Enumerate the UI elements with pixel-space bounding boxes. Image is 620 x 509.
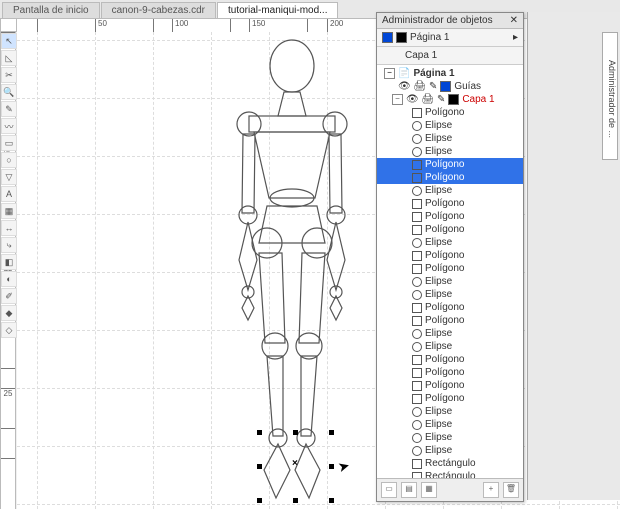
rectangle-tool[interactable]: ▭	[1, 135, 17, 151]
panel-close-icon[interactable]: ✕	[510, 15, 518, 26]
mannequin-figure[interactable]	[187, 38, 397, 509]
object-manager-panel: Administrador de objetos ✕ Página 1 ▸ Ca…	[376, 12, 524, 502]
object-tree[interactable]: − 📄 Página 1👁 🖨 ✎ Guías− 👁 🖨 ✎ Capa 1 Po…	[377, 65, 523, 478]
ruler-tick	[37, 19, 40, 33]
tree-object-poly[interactable]: Polígono	[377, 223, 523, 236]
tree-object-ell[interactable]: Elipse	[377, 340, 523, 353]
tree-object-rect[interactable]: Rectángulo	[377, 470, 523, 478]
tree-guides-node[interactable]: 👁 🖨 ✎ Guías	[377, 80, 523, 93]
tree-object-ell[interactable]: Elipse	[377, 431, 523, 444]
tab-canon[interactable]: canon-9-cabezas.cdr	[101, 2, 216, 18]
tree-object-ell[interactable]: Elipse	[377, 145, 523, 158]
tree-object-ell[interactable]: Elipse	[377, 184, 523, 197]
tree-object-ell[interactable]: Elipse	[377, 119, 523, 132]
selection-center[interactable]: ×	[292, 458, 298, 469]
ruler-tick	[307, 19, 310, 33]
outline-tool[interactable]: ◇	[1, 322, 17, 338]
selection-handle-se[interactable]	[329, 498, 334, 503]
tree-object-poly[interactable]: Polígono	[377, 249, 523, 262]
tree-object-poly[interactable]: Polígono	[377, 314, 523, 327]
view-toggle-button[interactable]: ▦	[421, 482, 437, 498]
tree-object-ell[interactable]: Elipse	[377, 236, 523, 249]
artistic-media-tool[interactable]: 〰	[1, 118, 17, 134]
connector-tool[interactable]: ⤷	[1, 237, 17, 253]
crop-tool[interactable]: ✂	[1, 67, 17, 83]
tree-object-poly[interactable]: Polígono	[377, 379, 523, 392]
tree-object-poly[interactable]: Polígono	[377, 392, 523, 405]
fill-tool[interactable]: ◆	[1, 305, 17, 321]
selection-handle-ne[interactable]	[329, 430, 334, 435]
new-layer-button[interactable]: +	[483, 482, 499, 498]
selection-handle-sw[interactable]	[257, 498, 262, 503]
tree-object-ell[interactable]: Elipse	[377, 288, 523, 301]
table-tool[interactable]: ▦	[1, 203, 17, 219]
tree-object-poly[interactable]: Polígono	[377, 210, 523, 223]
tree-object-poly[interactable]: Polígono	[377, 197, 523, 210]
docked-panels: Administrador de ...	[527, 12, 620, 500]
tree-object-ell[interactable]: Elipse	[377, 405, 523, 418]
dimension-tool[interactable]: ↔	[1, 220, 17, 236]
panel-header: Página 1 ▸	[377, 29, 523, 47]
ruler-tick: 150	[249, 19, 265, 33]
tree-object-rect[interactable]: Rectángulo	[377, 457, 523, 470]
menu-arrow-icon[interactable]: ▸	[513, 32, 518, 43]
panel-titlebar[interactable]: Administrador de objetos ✕	[377, 13, 523, 29]
eyedropper-tool[interactable]: ✐	[1, 288, 17, 304]
tree-object-ell[interactable]: Elipse	[377, 418, 523, 431]
panel-layer-header: Capa 1	[377, 47, 523, 65]
tree-object-poly[interactable]: Polígono	[377, 366, 523, 379]
view-toggle-button[interactable]: ▭	[381, 482, 397, 498]
pick-tool[interactable]: ↖	[1, 33, 17, 49]
selection-handle-s[interactable]	[293, 498, 298, 503]
ruler-tick	[1, 428, 15, 429]
selection-handle-n[interactable]	[293, 430, 298, 435]
tree-object-ell[interactable]: Elipse	[377, 275, 523, 288]
tree-object-ell[interactable]: Elipse	[377, 444, 523, 457]
tree-object-ell[interactable]: Elipse	[377, 327, 523, 340]
panel-title-text: Administrador de objetos	[382, 15, 493, 26]
freehand-tool[interactable]: ✎	[1, 101, 17, 117]
ruler-tick: 25	[1, 388, 15, 398]
ellipse-tool[interactable]: ○	[1, 152, 17, 168]
tree-object-poly[interactable]: Polígono	[377, 353, 523, 366]
layer-label: Capa 1	[405, 50, 437, 61]
view-toggle-button[interactable]: ▤	[401, 482, 417, 498]
selection-handle-e[interactable]	[329, 464, 334, 469]
ruler-tick	[153, 19, 156, 33]
delete-button[interactable]: 🗑	[503, 482, 519, 498]
tree-object-poly[interactable]: Polígono	[377, 158, 523, 171]
polygon-tool[interactable]: ▽	[1, 169, 17, 185]
toolbox: ↖ ◺ ✂ 🔍 ✎ 〰 ▭ ○ ▽ A ▦ ↔ ⤷ ◧ ◐ ✐ ◆ ◇	[1, 33, 16, 338]
tree-page-node[interactable]: − 📄 Página 1	[377, 67, 523, 80]
color-swatch-icon	[382, 32, 393, 43]
effects-tool[interactable]: ◧	[1, 254, 17, 270]
tree-layer1-node[interactable]: − 👁 🖨 ✎ Capa 1	[377, 93, 523, 106]
text-tool[interactable]: A	[1, 186, 17, 202]
selection-handle-nw[interactable]	[257, 430, 262, 435]
color-swatch-icon	[396, 32, 407, 43]
docked-tab-objectmgr[interactable]: Administrador de ...	[602, 32, 618, 160]
shape-tool[interactable]: ◺	[1, 50, 17, 66]
tree-object-ell[interactable]: Elipse	[377, 132, 523, 145]
page-label: Página 1	[410, 32, 510, 43]
selection-handle-w[interactable]	[257, 464, 262, 469]
ruler-tick: 100	[172, 19, 188, 33]
ruler-tick: 50	[95, 19, 107, 33]
ruler-tick	[1, 368, 15, 369]
tree-object-poly[interactable]: Polígono	[377, 301, 523, 314]
tree-object-poly[interactable]: Polígono	[377, 171, 523, 184]
tree-object-poly[interactable]: Polígono	[377, 262, 523, 275]
ruler-tick	[1, 458, 15, 459]
ruler-tick	[230, 19, 233, 33]
tree-object-poly[interactable]: Polígono	[377, 106, 523, 119]
tab-welcome[interactable]: Pantalla de inicio	[2, 2, 100, 18]
ruler-tick: 200	[327, 19, 343, 33]
transparency-tool[interactable]: ◐	[1, 271, 17, 287]
ruler-corner	[0, 18, 17, 32]
zoom-tool[interactable]: 🔍	[1, 84, 17, 100]
tab-tutorial[interactable]: tutorial-maniqui-mod...	[217, 2, 338, 18]
panel-footer: ▭ ▤ ▦ + 🗑	[377, 478, 523, 501]
